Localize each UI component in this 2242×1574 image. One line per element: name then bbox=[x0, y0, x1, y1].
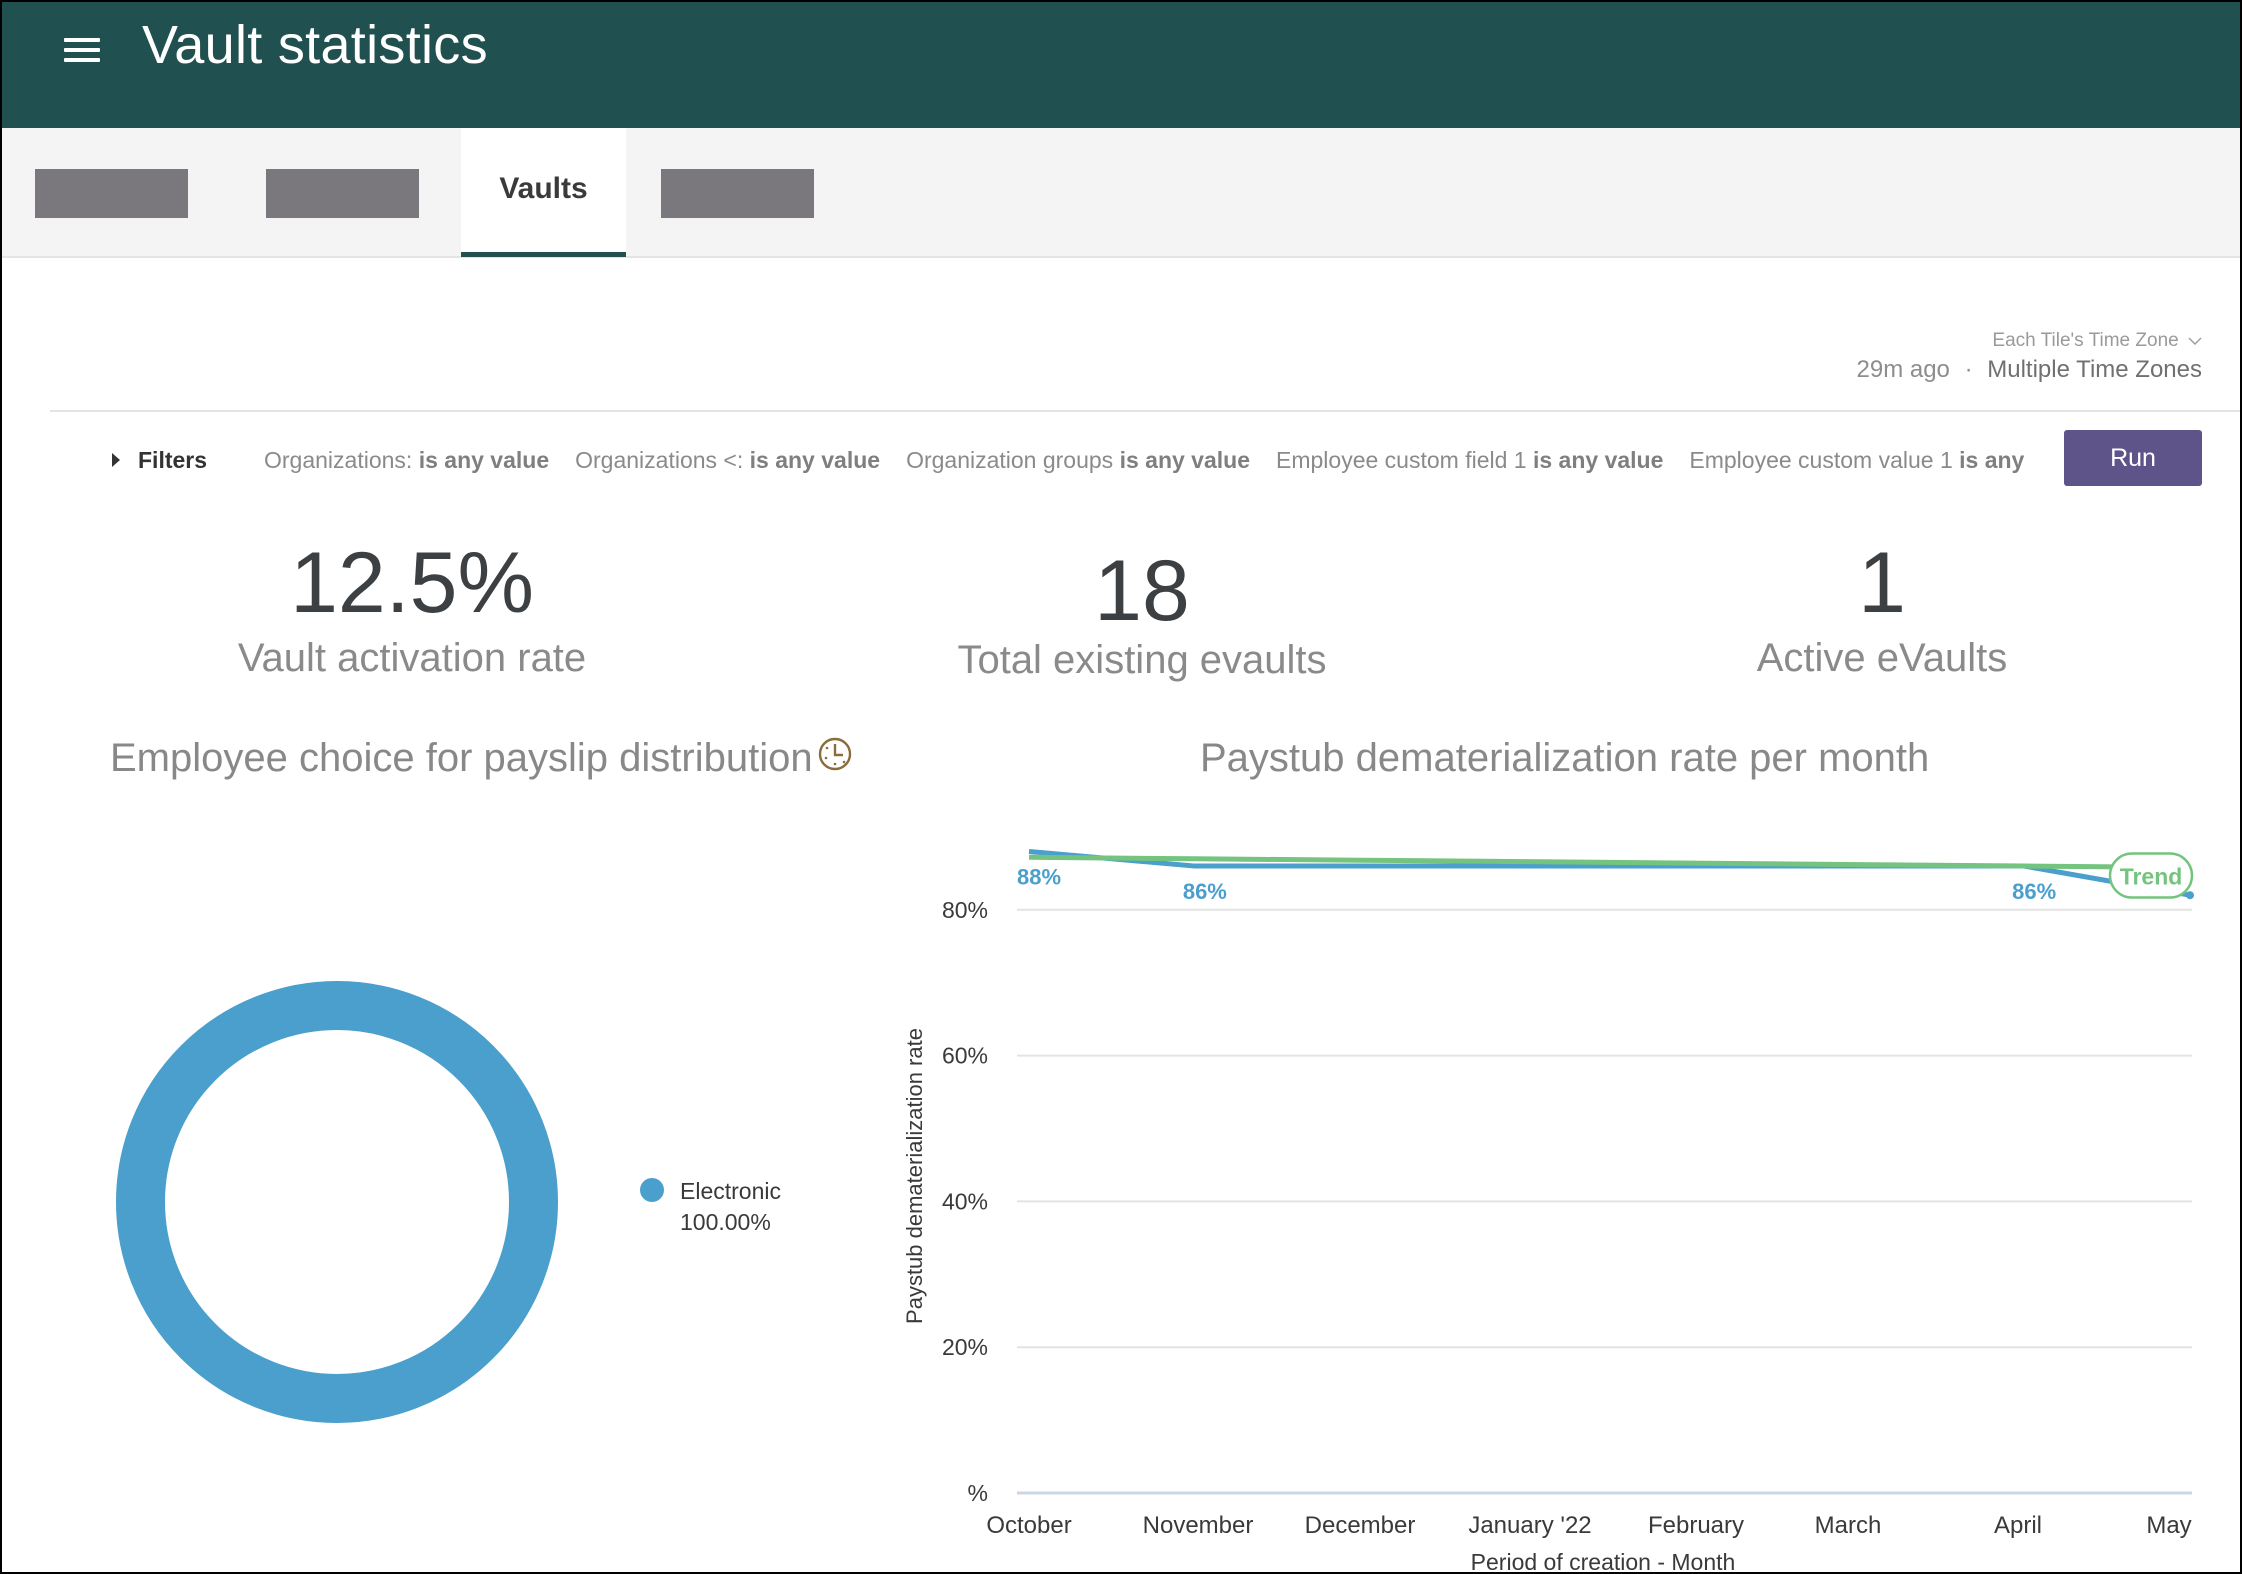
x-tick-label: January '22 bbox=[1468, 1512, 1591, 1539]
x-axis-label: Period of creation - Month bbox=[1471, 1549, 1736, 1572]
data-label: 86% bbox=[2012, 879, 2056, 904]
data-label: 88% bbox=[1017, 864, 1061, 889]
x-tick-label: November bbox=[1143, 1512, 1254, 1539]
y-axis-label: Paystub dematerialization rate bbox=[902, 1028, 927, 1324]
y-tick-label: 20% bbox=[942, 1334, 988, 1360]
data-point bbox=[2186, 891, 2194, 900]
y-tick-label: 80% bbox=[942, 897, 988, 923]
line-chart: % 20% 40% 60% 80% Paystub dematerialization r… bbox=[902, 848, 2194, 1572]
x-tick-label: February bbox=[1648, 1512, 1744, 1539]
x-tick-label: October bbox=[986, 1512, 1071, 1539]
app-window: Vault statistics Vaults Each Tile's Time… bbox=[2, 2, 2240, 1572]
x-tick-label: April bbox=[1994, 1512, 2042, 1539]
x-tick-label: March bbox=[1815, 1512, 1882, 1539]
trend-label: Trend bbox=[2120, 864, 2183, 890]
y-tick-label: % bbox=[968, 1480, 988, 1506]
y-tick-label: 40% bbox=[942, 1188, 988, 1214]
data-label: 86% bbox=[1183, 879, 1227, 904]
x-tick-label: May bbox=[2146, 1512, 2191, 1539]
y-tick-label: 60% bbox=[942, 1043, 988, 1069]
x-tick-label: December bbox=[1305, 1512, 1416, 1539]
